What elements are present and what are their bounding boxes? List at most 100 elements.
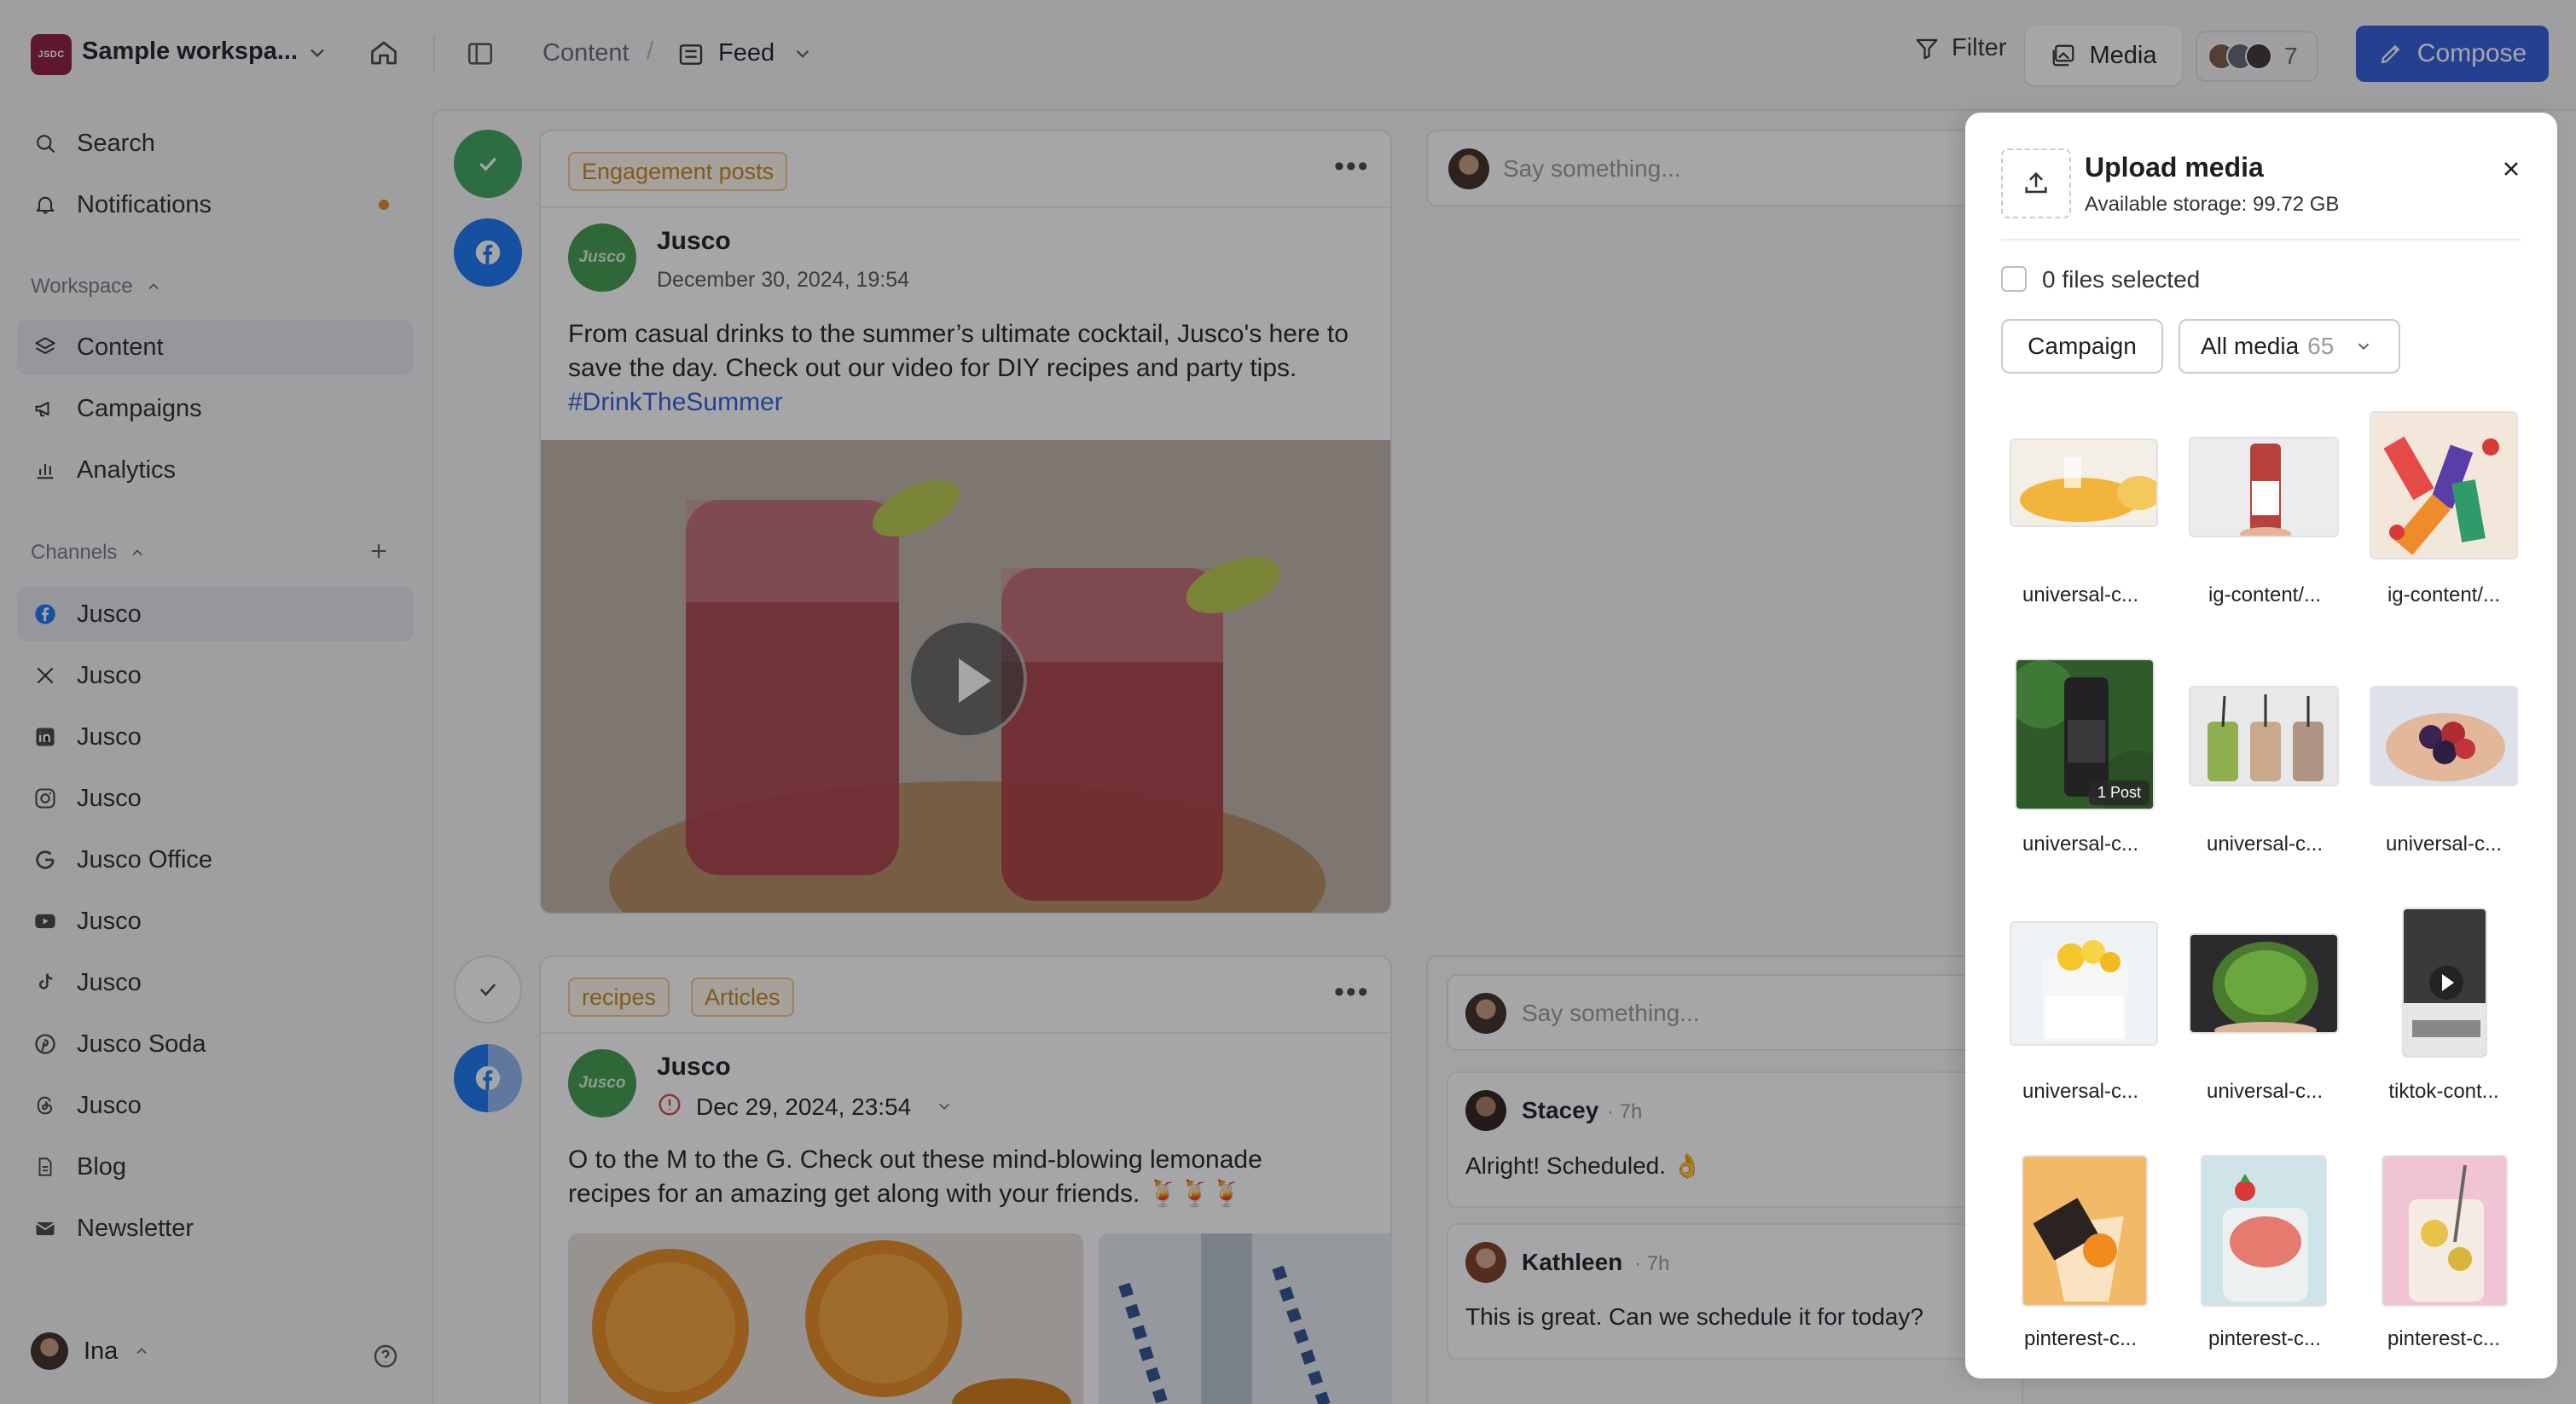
post-tag[interactable]: Engagement posts [568, 152, 788, 191]
media-thumbnail[interactable]: 1 Post [2015, 658, 2155, 810]
user-menu[interactable]: Ina [31, 1332, 150, 1370]
more-options-icon[interactable]: ••• [1334, 150, 1370, 183]
breadcrumb-feed[interactable]: Feed [718, 39, 775, 67]
help-icon[interactable] [372, 1343, 399, 1370]
post-image[interactable] [568, 1233, 1083, 1404]
upload-button[interactable] [2001, 148, 2071, 218]
sidebar-toggle-icon[interactable] [466, 39, 495, 68]
sidebar-item-channel[interactable]: Newsletter [17, 1201, 413, 1256]
post-image[interactable] [1099, 1233, 1390, 1404]
post-tag[interactable]: recipes [568, 978, 670, 1017]
divider [541, 206, 1390, 208]
comment-input[interactable]: Say something... [1522, 1000, 1700, 1027]
sidebar-item-label: Analytics [77, 455, 177, 484]
chevron-down-icon[interactable] [935, 1097, 954, 1116]
breadcrumb-content[interactable]: Content [542, 39, 629, 67]
collaborators-button[interactable]: 7 [2196, 31, 2318, 82]
sidebar-item-content[interactable]: Content [17, 320, 413, 374]
play-icon[interactable] [908, 619, 1027, 739]
sidebar-item-notifications[interactable]: Notifications [17, 177, 413, 232]
sidebar-item-campaigns[interactable]: Campaigns [17, 381, 413, 436]
campaign-filter-button[interactable]: Campaign [2001, 319, 2163, 374]
youtube-icon [32, 908, 58, 934]
media-thumbnail[interactable] [2010, 438, 2158, 527]
comment-box[interactable]: Say something... [1447, 974, 2010, 1051]
sidebar-item-analytics[interactable]: Analytics [17, 443, 413, 497]
media-type-dropdown[interactable]: All media 65 [2179, 319, 2400, 374]
add-channel-icon[interactable] [367, 539, 391, 563]
feed-icon [679, 44, 703, 65]
media-count: 65 [2307, 333, 2335, 359]
select-all-checkbox[interactable] [2001, 266, 2027, 292]
workspace-logo[interactable]: JSDC [31, 34, 72, 75]
sidebar-item-channel[interactable]: Jusco [17, 771, 413, 826]
chevron-down-icon[interactable] [792, 43, 814, 65]
sidebar-item-label: Jusco Soda [77, 1030, 206, 1058]
sidebar-item-label: Search [77, 129, 155, 157]
post-card[interactable]: Engagement posts ••• Jusco Jusco Decembe… [539, 130, 1392, 914]
sidebar-item-channel[interactable]: Jusco [17, 894, 413, 949]
sidebar-item-label: Notifications [77, 190, 212, 218]
home-icon[interactable] [368, 38, 399, 68]
post-count-badge: 1 Post [2088, 780, 2150, 805]
facebook-icon [475, 1065, 501, 1091]
tiktok-icon [32, 970, 58, 995]
media-thumbnail[interactable] [2402, 908, 2487, 1058]
media-thumbnail[interactable] [2382, 1155, 2508, 1307]
media-thumbnail[interactable] [2370, 686, 2518, 786]
media-image [2371, 413, 2516, 558]
media-image [2011, 440, 2156, 525]
post-text: O to the M to the G. Check out these min… [568, 1146, 1262, 1208]
sidebar-item-channel[interactable]: Jusco [17, 648, 413, 703]
hashtag-link[interactable]: #DrinkTheSummer [568, 388, 783, 416]
comment-text: This is great. Can we schedule it for to… [1465, 1303, 1923, 1330]
avatar [1465, 1242, 1506, 1283]
post-video[interactable] [541, 440, 1390, 913]
media-thumbnail[interactable] [2189, 933, 2339, 1034]
media-button[interactable]: Media [2025, 26, 2182, 85]
sidebar-item-channel[interactable]: Jusco [17, 710, 413, 764]
filter-button[interactable]: Filter [1914, 34, 2006, 62]
dropdown-label: All media [2201, 333, 2300, 359]
comment-box[interactable]: Say something... [1426, 130, 2023, 206]
chevron-down-icon [2358, 343, 2370, 351]
workspace-name[interactable]: Sample workspa... [82, 38, 298, 66]
sidebar-item-channel[interactable]: Jusco Soda [17, 1017, 413, 1071]
workspace-section-toggle[interactable]: Workspace [31, 275, 162, 299]
media-image [2011, 923, 2156, 1044]
comments-panel: Say something... Stacey · 7h Alright! Sc… [1426, 955, 2023, 1404]
sidebar-item-channel[interactable]: Jusco Office [17, 833, 413, 887]
chevron-down-icon[interactable] [305, 41, 329, 65]
media-image [2202, 1157, 2325, 1305]
media-thumbnail[interactable] [2370, 411, 2518, 560]
media-thumbnail[interactable] [2201, 1155, 2327, 1307]
upload-icon [2025, 171, 2047, 194]
top-bar: JSDC Sample workspa... Content / Feed Fi… [0, 0, 2576, 109]
comment-input[interactable]: Say something... [1503, 155, 1681, 183]
chevron-up-icon [136, 1348, 147, 1355]
media-thumbnail[interactable] [2022, 1155, 2148, 1307]
chevron-up-icon [148, 283, 159, 290]
notification-dot [379, 200, 389, 210]
channels-section-toggle[interactable]: Channels [31, 541, 146, 565]
media-thumbnail[interactable] [2189, 437, 2339, 537]
media-image [2190, 935, 2337, 1032]
sidebar-item-channel[interactable]: Jusco [17, 955, 413, 1010]
close-icon[interactable] [2499, 157, 2523, 181]
more-options-icon[interactable]: ••• [1334, 976, 1370, 1009]
media-label: universal-c... [2385, 833, 2503, 856]
post-tag[interactable]: Articles [691, 978, 794, 1017]
media-thumbnail[interactable] [2010, 921, 2158, 1046]
media-thumbnail[interactable] [2189, 686, 2339, 786]
compose-button[interactable]: Compose [2356, 26, 2549, 82]
pending-status[interactable] [454, 955, 522, 1024]
sidebar-item-channel[interactable]: Blog [17, 1140, 413, 1194]
sidebar-item-search[interactable]: Search [17, 116, 413, 171]
sidebar-item-label: Jusco [77, 968, 142, 996]
sidebar-item-label: Content [77, 333, 164, 361]
sidebar-item-channel[interactable]: Jusco [17, 587, 413, 641]
avatar [1465, 1090, 1506, 1131]
approved-status[interactable] [454, 130, 522, 198]
sidebar-item-channel[interactable]: Jusco [17, 1078, 413, 1133]
post-card[interactable]: recipes Articles ••• Jusco Jusco Dec 29,… [539, 955, 1392, 1404]
